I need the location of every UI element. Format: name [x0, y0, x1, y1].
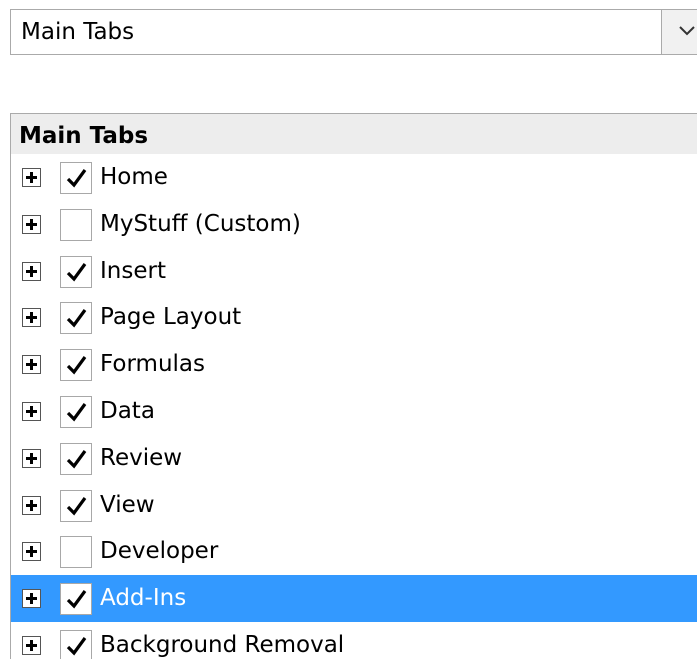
expand-plus-icon[interactable]: [22, 168, 41, 187]
tab-checkbox[interactable]: [60, 629, 92, 659]
tree-item-label: View: [100, 491, 155, 518]
checkmark-icon: [66, 403, 87, 422]
checkmark-icon: [66, 637, 87, 656]
expand-plus-icon[interactable]: [22, 355, 41, 375]
expand-plus-icon[interactable]: [22, 495, 41, 515]
dropdown-selected-value: Main Tabs: [21, 19, 135, 45]
expand-plus-icon[interactable]: [22, 448, 41, 468]
tree-item-formulas[interactable]: Formulas: [11, 341, 697, 388]
tree-item-label: Developer: [100, 538, 219, 565]
tab-checkbox[interactable]: [60, 255, 92, 288]
tree-header: Main Tabs: [11, 114, 697, 154]
tab-checkbox[interactable]: [60, 395, 92, 428]
tree-item-background-removal[interactable]: Background Removal: [11, 622, 697, 659]
tree-item-review[interactable]: Review: [11, 435, 697, 482]
tree-item-label: Insert: [100, 257, 166, 284]
expand-plus-icon[interactable]: [22, 261, 41, 281]
tree-item-data[interactable]: Data: [11, 388, 697, 435]
expand-plus-icon[interactable]: [22, 308, 41, 328]
tab-checkbox[interactable]: [60, 489, 92, 522]
tree-item-label: Background Removal: [100, 631, 345, 658]
tree-item-label: Page Layout: [100, 304, 242, 331]
checkmark-icon: [66, 309, 87, 328]
tree-item-insert[interactable]: Insert: [11, 248, 697, 295]
tab-checkbox[interactable]: [60, 536, 92, 569]
tree-item-mystuff-custom[interactable]: MyStuff (Custom): [11, 201, 697, 248]
expand-plus-icon[interactable]: [22, 635, 41, 655]
checkmark-icon: [66, 590, 87, 609]
dropdown-arrow-button[interactable]: [661, 10, 697, 54]
checkmark-icon: [66, 449, 87, 469]
tree-header-label: Main Tabs: [19, 123, 149, 149]
tab-checkbox[interactable]: [60, 583, 92, 616]
tab-checkbox[interactable]: [60, 302, 92, 335]
tabs-tree-view[interactable]: Main Tabs Home MyStuff (Custom) Insert Page…: [10, 113, 697, 659]
tabs-category-dropdown[interactable]: Main Tabs: [10, 9, 697, 55]
checkmark-icon: [66, 262, 87, 282]
tree-item-label: Review: [100, 444, 183, 471]
tree-item-label: Home: [100, 164, 168, 190]
tree-item-developer[interactable]: Developer: [11, 528, 697, 575]
tree-item-label: MyStuff (Custom): [100, 210, 301, 237]
tab-checkbox[interactable]: [60, 349, 92, 382]
expand-plus-icon[interactable]: [22, 542, 41, 562]
tab-checkbox[interactable]: [60, 208, 92, 241]
checkmark-icon: [66, 169, 87, 188]
tree-item-home[interactable]: Home: [11, 154, 697, 201]
tree-item-list: Home MyStuff (Custom) Insert Page Layout For…: [11, 154, 697, 659]
tree-item-label: Formulas: [100, 351, 205, 378]
tree-item-page-layout[interactable]: Page Layout: [11, 294, 697, 341]
tree-item-label: Add-Ins: [100, 585, 187, 612]
expand-plus-icon[interactable]: [22, 214, 41, 234]
expand-plus-icon[interactable]: [22, 401, 41, 421]
customize-ribbon-panel: Main Tabs Main Tabs Home MyStuff (Custom)…: [0, 0, 697, 659]
tab-checkbox[interactable]: [60, 162, 92, 194]
tab-checkbox[interactable]: [60, 442, 92, 475]
tree-item-add-ins[interactable]: Add-Ins: [11, 575, 697, 622]
expand-plus-icon[interactable]: [22, 589, 41, 609]
tree-item-label: Data: [100, 397, 155, 424]
tree-item-view[interactable]: View: [11, 482, 697, 529]
checkmark-icon: [66, 496, 87, 516]
checkmark-icon: [66, 356, 87, 375]
chevron-down-icon: [679, 26, 695, 36]
